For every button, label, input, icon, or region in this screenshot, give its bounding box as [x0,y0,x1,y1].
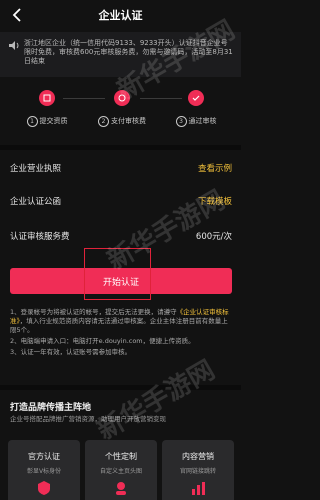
feature-card-certified[interactable]: 官方认证 彰显V标身份 [8,440,80,500]
note-1: 1、登录帐号为将被认证的帐号，提交后无法更换，请遵守《企业认证审核标准》，填入行… [10,308,232,335]
approved-icon [188,90,204,106]
feature-cards: 官方认证 彰显V标身份 个性定制 自定义主页头图 内容营销 官网链接跳转 [8,440,234,500]
speaker-icon [8,40,24,52]
section-title: 打造品牌传播主阵地 [10,403,92,413]
view-example-link[interactable]: 查看示例 [198,162,232,174]
note-3: 3、认证一年有效，认证账号需参加审核。 [10,348,132,356]
card-subtitle: 官网链接跳转 [179,468,216,475]
note-2: 2、电脑端申请入口：电脑打开e.douyin.com，便捷上传资质。 [10,337,195,345]
step-pay: 2 支付审核费 [92,90,152,127]
step-approve: 3 通过审核 [166,90,226,127]
feature-card-marketing[interactable]: 内容营销 官网链接跳转 [162,440,234,500]
letter-row: 企业认证公函 下载模板 [10,193,232,209]
profile-icon [113,480,129,496]
step-submit: 1 提交资质 [17,90,77,127]
chart-icon [190,480,206,496]
card-subtitle: 自定义主页头图 [99,468,142,475]
highlight-box [84,248,151,300]
notice-banner: 浙江地区企业（统一信用代码9133、9233开头）认证抖音企业号限时免费，审核费… [0,32,241,77]
license-row: 企业营业执照 查看示例 [10,160,232,176]
letter-label: 企业认证公函 [10,197,62,207]
payment-icon [114,90,130,106]
badge-icon [36,480,52,496]
step-label: 支付审核费 [111,117,146,125]
note-1-tail: ，填入行业规范资质内容请无法通过审核案。企业主体注册目前有数量上限5个。 [10,317,228,334]
back-icon[interactable] [8,6,26,24]
step-number: 3 [175,116,187,127]
license-label: 企业营业执照 [10,164,62,174]
fee-label: 认证审核服务费 [10,232,70,242]
card-title: 个性定制 [105,452,137,461]
card-title: 官方认证 [28,452,60,461]
step-number: 2 [98,116,109,127]
notice-text: 浙江地区企业（统一信用代码9133、9233开头）认证抖音企业号限时免费，审核费… [24,39,233,65]
section-divider [0,145,241,150]
step-label: 通过审核 [188,117,217,125]
feature-card-custom[interactable]: 个性定制 自定义主页头图 [85,440,157,500]
page-title: 企业认证 [98,9,143,22]
step-label: 提交资质 [39,117,68,125]
nav-bar: 企业认证 [0,0,241,30]
fee-row: 认证审核服务费 600元/次 [10,228,232,244]
section-divider [0,385,241,390]
submit-doc-icon [39,90,55,106]
fee-value: 600元/次 [195,232,232,242]
section-subtitle: 企业号搭配品牌推广营销资源，助理用户开放营销变现 [10,415,166,423]
note-1-text: 1、登录帐号为将被认证的帐号，提交后无法更换，请遵守 [10,308,177,316]
watermark: 新华手游网 [92,355,221,447]
card-title: 内容营销 [182,452,214,461]
progress-steps: 1 提交资质 2 支付审核费 3 通过审核 [0,90,241,135]
step-number: 1 [26,116,38,127]
notes: 1、登录帐号为将被认证的帐号，提交后无法更换，请遵守《企业认证审核标准》，填入行… [10,308,232,359]
download-template-link[interactable]: 下载模板 [198,195,232,207]
card-subtitle: 彰显V标身份 [26,468,62,475]
